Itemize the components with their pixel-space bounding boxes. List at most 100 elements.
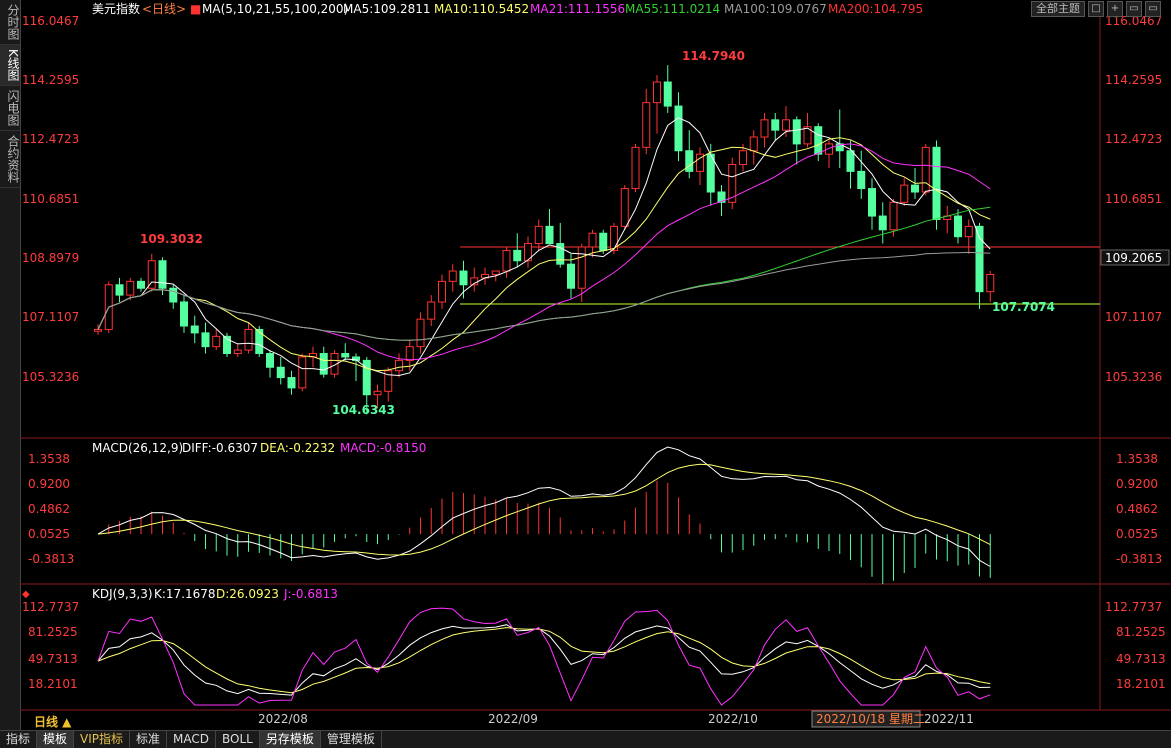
price-tick-right: 107.1107 xyxy=(1105,310,1162,324)
add-icon[interactable]: + xyxy=(1107,1,1123,17)
chart-title: 美元指数 xyxy=(92,1,140,16)
tab-macd[interactable]: MACD xyxy=(167,731,217,748)
period-button[interactable]: 日线 ▲ xyxy=(34,713,71,730)
tab-save-template[interactable]: 另存模板 xyxy=(259,731,321,748)
candle-body xyxy=(964,225,973,238)
tab-template[interactable]: 模板 xyxy=(37,731,75,748)
tab-vip-indicator[interactable]: VIP指标 xyxy=(74,731,131,748)
candle-body xyxy=(771,119,780,131)
cursor-date-label: 2022/10/18 星期二 xyxy=(816,712,925,726)
price-tick: 112.4723 xyxy=(22,132,79,146)
side-tab-kline[interactable]: K线图 xyxy=(0,45,20,86)
window-icon[interactable]: □ xyxy=(1088,1,1104,17)
candle-body xyxy=(115,284,124,296)
candle-body xyxy=(663,81,672,107)
candle-body xyxy=(889,201,898,231)
kdj-k-line xyxy=(97,624,991,696)
candle-body xyxy=(932,146,941,220)
ma10-value: MA10:110.5452 xyxy=(434,2,529,16)
candle-body xyxy=(169,287,178,303)
candle-body xyxy=(373,390,382,396)
ma100-line xyxy=(97,251,991,341)
side-tab-timeshare[interactable]: 分时图 xyxy=(0,0,20,45)
candle-body xyxy=(319,353,328,375)
candle-body xyxy=(459,270,468,286)
kdj-k: K:17.1678 xyxy=(154,587,216,601)
candle-body xyxy=(782,119,790,131)
macd-tick-right: -0.3813 xyxy=(1116,552,1162,566)
candle-body xyxy=(94,328,102,332)
candle-body xyxy=(395,359,403,372)
kdj-tick: 18.2101 xyxy=(28,677,78,691)
candle-body xyxy=(405,346,414,361)
candle-body xyxy=(749,136,758,152)
macd-tick: 1.3538 xyxy=(28,452,70,466)
side-tab-contract[interactable]: 合约资料 xyxy=(0,131,20,188)
candle-body xyxy=(911,184,919,193)
macd-tick: -0.3813 xyxy=(28,552,74,566)
x-tick: 2022/09 xyxy=(488,712,538,726)
kdj-j: J:-0.6813 xyxy=(283,587,338,601)
candle-body xyxy=(448,270,457,282)
candle-body xyxy=(545,225,554,245)
kdj-d: D:26.0923 xyxy=(216,587,279,601)
side-tab-bar: 分时图 K线图 闪电图 合约资料 xyxy=(0,0,21,730)
candle-body xyxy=(577,246,586,289)
annotation-high-2: 114.7940 xyxy=(682,49,745,63)
maximize-icon[interactable]: ▭ xyxy=(1145,1,1161,17)
candle-body xyxy=(212,335,221,348)
candle-body xyxy=(685,150,694,172)
candle-body xyxy=(846,150,855,172)
macd-tick-right: 0.0525 xyxy=(1116,527,1158,541)
kdj-tick-right: 18.2101 xyxy=(1116,677,1166,691)
macd-tick-right: 0.4862 xyxy=(1116,502,1158,516)
kdj-tick-right: 112.7737 xyxy=(1105,600,1162,614)
candle-body xyxy=(491,270,500,275)
kdj-tick-right: 81.2525 xyxy=(1116,625,1166,639)
candle-body xyxy=(513,249,522,262)
chart-toolbar: 全部主题 □ + ▭ ▭ xyxy=(1031,1,1161,17)
layout-icon[interactable]: ▭ xyxy=(1126,1,1142,17)
annotation-high-1: 109.3032 xyxy=(140,232,203,246)
side-tab-flash[interactable]: 闪电图 xyxy=(0,86,20,131)
x-tick: 2022/11 xyxy=(924,712,974,726)
macd-diff-line xyxy=(97,446,991,567)
ma100-value: MA100:109.0767 xyxy=(724,2,827,16)
price-tick: 110.6851 xyxy=(22,192,79,206)
candle-body xyxy=(868,188,876,217)
kdj-label: KDJ(9,3,3) xyxy=(92,587,153,601)
kdj-j-line xyxy=(97,607,991,706)
candle-body xyxy=(986,273,995,293)
price-tick: 105.3236 xyxy=(22,370,79,384)
kdj-dot: ◆ xyxy=(22,589,30,600)
annotation-low-2: 107.7074 xyxy=(992,300,1055,314)
candle-body xyxy=(975,225,984,293)
chart-period: <日线> xyxy=(142,2,186,16)
candle-body xyxy=(900,184,909,203)
candle-body xyxy=(502,249,511,272)
tab-standard[interactable]: 标准 xyxy=(130,731,168,748)
ma5-value: MA5:109.2811 xyxy=(343,2,431,16)
kdj-lines xyxy=(97,607,991,706)
theme-select[interactable]: 全部主题 xyxy=(1031,1,1085,17)
candle-body xyxy=(792,119,801,145)
candle-body xyxy=(534,225,543,245)
kline-chart[interactable]: 美元指数 <日线> ■ MA(5,10,21,55,100,200) MA5:1… xyxy=(20,0,1171,730)
candle-body xyxy=(739,150,747,166)
annotation-low-1: 104.6343 xyxy=(332,403,395,417)
macd-tick: 0.0525 xyxy=(28,527,70,541)
tab-manage-template[interactable]: 管理模板 xyxy=(321,731,382,748)
bottom-tab-bar: 指标 模板 VIP指标 标准 MACD BOLL 另存模板 管理模板 xyxy=(0,730,1171,748)
candle-body xyxy=(266,353,274,368)
tab-indicator[interactable]: 指标 xyxy=(0,731,38,748)
tab-boll[interactable]: BOLL xyxy=(216,731,260,748)
candle-body xyxy=(814,126,823,155)
current-price-label: 109.2065 xyxy=(1105,251,1162,265)
price-tick: 114.2595 xyxy=(22,73,79,87)
candle-body xyxy=(438,280,446,303)
candle-body xyxy=(276,366,285,379)
candle-body xyxy=(416,318,425,348)
candle-body xyxy=(190,325,199,334)
macd-value: MACD:-0.8150 xyxy=(340,441,426,455)
price-tick-right: 105.3236 xyxy=(1105,370,1162,384)
